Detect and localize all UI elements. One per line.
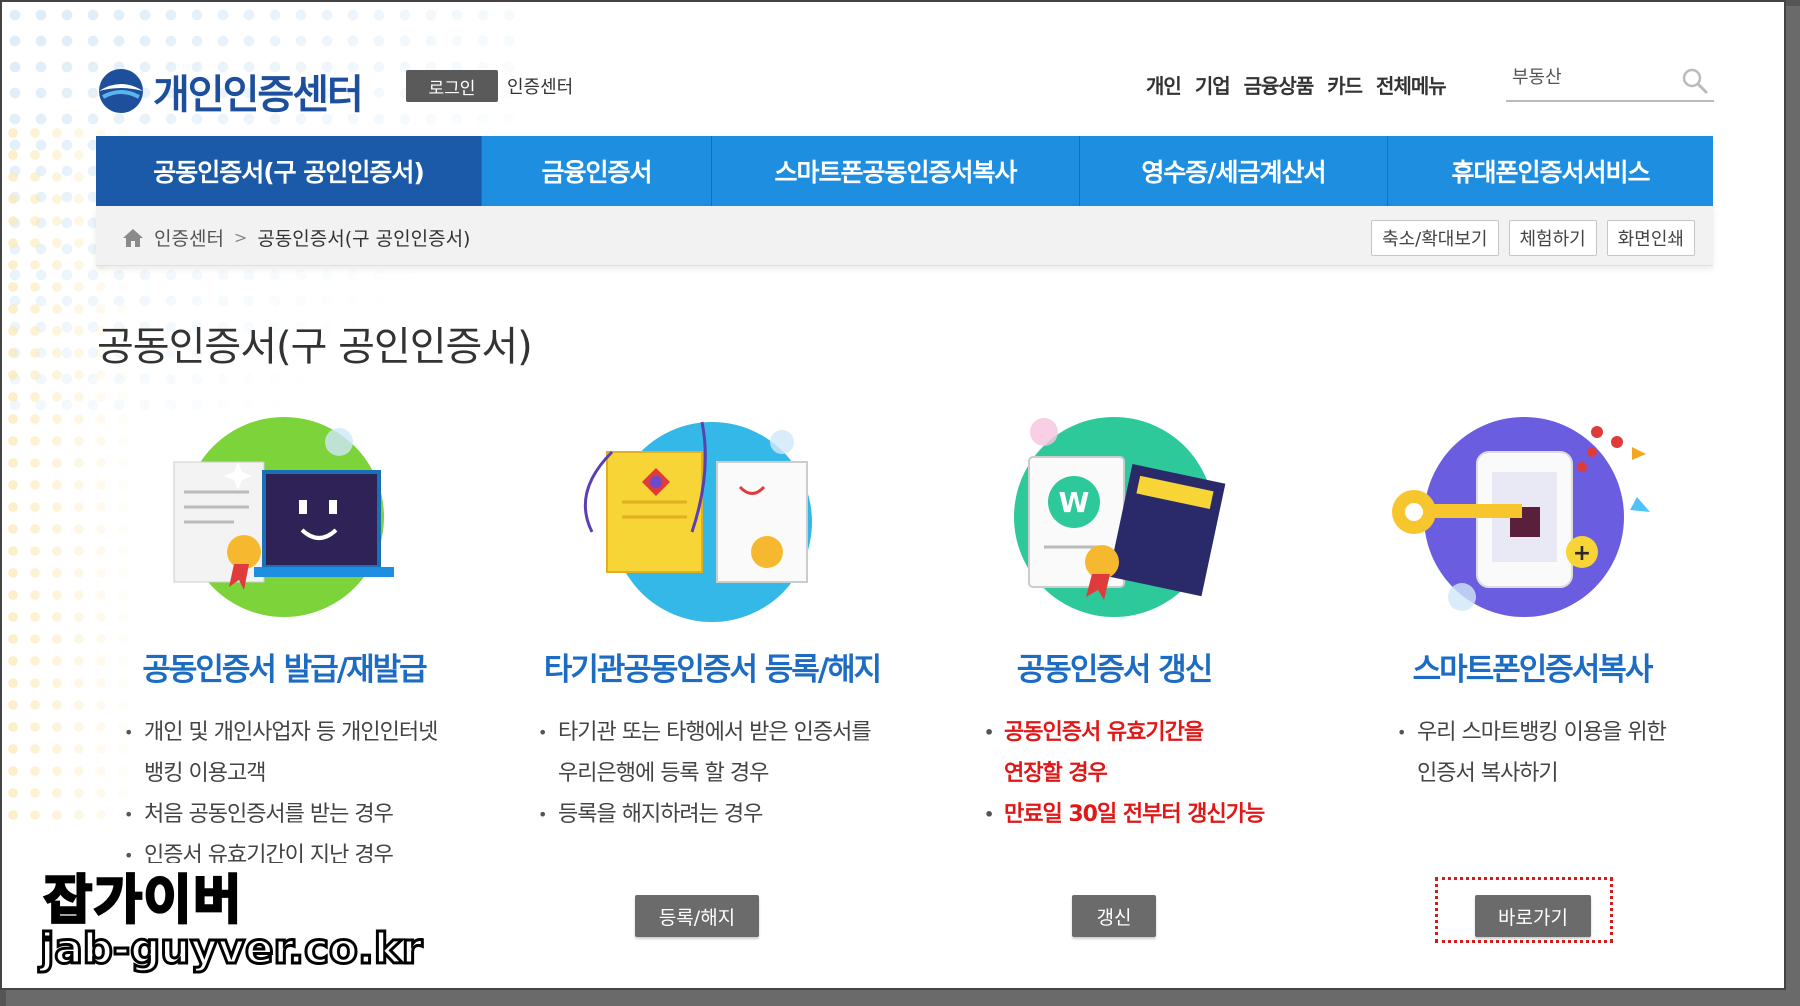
card-title[interactable]: 공동인증서 발급/재발급 xyxy=(84,644,484,689)
svg-text:W: W xyxy=(1059,486,1090,519)
page-tools: 축소/확대보기 체험하기 화면인쇄 xyxy=(1371,220,1695,256)
bullet-item: 개인 및 개인사업자 등 개인인터넷뱅킹 이용고객 xyxy=(124,712,438,794)
frame-shadow-bottom xyxy=(6,990,1800,1006)
top-link-card[interactable]: 카드 xyxy=(1327,70,1363,99)
breadcrumb-bar: 인증센터 > 공동인증서(구 공인인증서) 축소/확대보기 체험하기 화면인쇄 xyxy=(96,206,1713,266)
tab-financial-certificate[interactable]: 금융인증서 xyxy=(482,136,712,206)
breadcrumb-item-current: 공동인증서(구 공인인증서) xyxy=(257,228,471,250)
top-link-business[interactable]: 기업 xyxy=(1195,70,1231,99)
card-bullets: 공동인증서 유효기간을연장할 경우 만료일 30일 전부터 갱신가능 xyxy=(984,712,1265,835)
top-link-financial-products[interactable]: 금융상품 xyxy=(1244,70,1315,99)
bullet-item: 공동인증서 유효기간을연장할 경우 xyxy=(984,712,1264,794)
card-title[interactable]: 공동인증서 갱신 xyxy=(914,644,1314,689)
top-link-personal[interactable]: 개인 xyxy=(1146,70,1182,99)
breadcrumb-item-center[interactable]: 인증센터 xyxy=(154,224,224,251)
login-button[interactable]: 로그인 xyxy=(406,70,498,102)
logo-text: 개인인증센터 xyxy=(153,72,364,118)
search-box xyxy=(1506,58,1714,102)
main-nav: 공동인증서(구 공인인증서) 금융인증서 스마트폰공동인증서복사 영수증/세금계… xyxy=(96,136,1713,206)
tab-mobile-cert-service[interactable]: 휴대폰인증서서비스 xyxy=(1388,136,1713,206)
tab-joint-certificate[interactable]: 공동인증서(구 공인인증서) xyxy=(96,136,482,206)
card-bullets: 타기관 또는 타행에서 받은 인증서를우리은행에 등록 할 경우 등록을 해지하… xyxy=(538,712,872,835)
watermark-title: 잡가이버 xyxy=(42,870,244,933)
center-label: 인증센터 xyxy=(507,77,574,98)
renew-button[interactable]: 갱신 xyxy=(1072,895,1156,937)
search-icon[interactable] xyxy=(1680,66,1710,96)
browser-frame: 개인인증센터 로그인 인증센터 개인 기업 금융상품 카드 전체메뉴 공동인증서… xyxy=(0,0,1786,990)
register-cancel-button[interactable]: 등록/해지 xyxy=(635,895,759,937)
home-icon[interactable] xyxy=(122,228,144,248)
bullet-item: 만료일 30일 전부터 갱신가능 xyxy=(984,794,1265,835)
top-link-all-menu[interactable]: 전체메뉴 xyxy=(1376,70,1447,99)
site-logo[interactable]: 개인인증센터 xyxy=(97,62,364,120)
card-title[interactable]: 스마트폰인증서복사 xyxy=(1332,644,1732,689)
breadcrumb: 인증센터 > 공동인증서(구 공인인증서) xyxy=(122,224,470,251)
zoom-button[interactable]: 축소/확대보기 xyxy=(1371,220,1499,256)
demo-button[interactable]: 체험하기 xyxy=(1508,220,1597,256)
watermark-url: jab-guyver.co.kr xyxy=(38,923,423,975)
logo-mark-icon xyxy=(99,69,143,113)
tab-receipt-tax[interactable]: 영수증/세금계산서 xyxy=(1080,136,1388,206)
page-title: 공동인증서(구 공인인증서) xyxy=(97,324,533,370)
print-button[interactable]: 화면인쇄 xyxy=(1606,220,1695,256)
certificate-documents-illustration xyxy=(583,421,812,622)
go-button[interactable]: 바로가기 xyxy=(1475,895,1591,937)
smartphone-key-illustration: + xyxy=(1392,417,1650,617)
frame-shadow-right xyxy=(1786,6,1800,1006)
bullet-item: 처음 공동인증서를 받는 경우 xyxy=(124,794,437,835)
certificate-laptop-illustration xyxy=(173,417,394,617)
certificate-calculator-illustration: W xyxy=(1014,417,1226,617)
tab-smartphone-copy[interactable]: 스마트폰공동인증서복사 xyxy=(712,136,1080,206)
card-bullets: 우리 스마트뱅킹 이용을 위한인증서 복사하기 xyxy=(1397,712,1667,794)
bullet-item: 등록을 해지하려는 경우 xyxy=(538,794,871,835)
svg-text:+: + xyxy=(1573,541,1591,566)
card-bullets: 개인 및 개인사업자 등 개인인터넷뱅킹 이용고객 처음 공동인증서를 받는 경… xyxy=(124,712,438,863)
card-title[interactable]: 타기관공동인증서 등록/해지 xyxy=(512,644,912,689)
search-input[interactable] xyxy=(1506,58,1666,94)
bullet-item: 우리 스마트뱅킹 이용을 위한인증서 복사하기 xyxy=(1397,712,1667,794)
bullet-item: 타기관 또는 타행에서 받은 인증서를우리은행에 등록 할 경우 xyxy=(538,712,872,794)
top-links: 개인 기업 금융상품 카드 전체메뉴 xyxy=(1146,70,1447,99)
breadcrumb-separator: > xyxy=(233,228,248,247)
